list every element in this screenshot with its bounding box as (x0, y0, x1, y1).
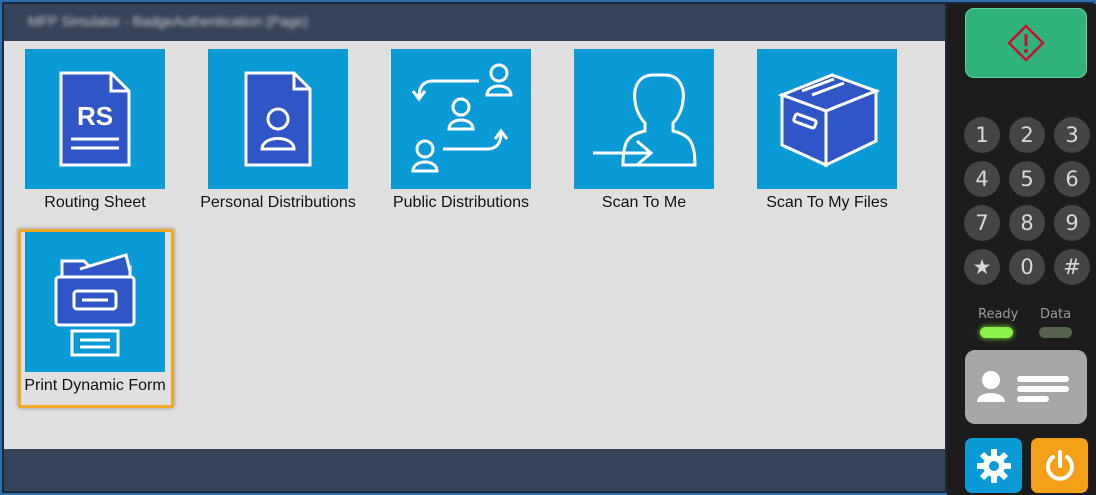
key-4[interactable]: 4 (964, 161, 1000, 197)
scan-to-me-icon (574, 49, 714, 189)
tile-label: Routing Sheet (44, 194, 146, 211)
bottom-bar (4, 449, 945, 491)
warning-diamond-icon (1007, 24, 1045, 62)
key-0[interactable]: 0 (1009, 249, 1045, 285)
personal-distribution-icon (208, 49, 348, 189)
key-2[interactable]: 2 (1009, 117, 1045, 153)
hardware-panel: 1 2 3 4 5 6 7 8 9 ★ 0 # Ready Data (947, 4, 1096, 495)
svg-text:RS: RS (77, 101, 113, 131)
key-6[interactable]: 6 (1054, 161, 1090, 197)
key-3[interactable]: 3 (1054, 117, 1090, 153)
data-indicator (1039, 327, 1072, 338)
data-label: Data (1040, 307, 1072, 322)
tile-label: Scan To Me (601, 194, 687, 211)
tile-label: Public Distributions (392, 194, 530, 211)
tile-label: Personal Distributions (200, 194, 356, 211)
touch-screen: MFP Simulator - BadgeAuthentication (Pag… (4, 4, 945, 491)
power-button[interactable] (1031, 438, 1088, 493)
key-8[interactable]: 8 (1009, 205, 1045, 241)
title-bar: MFP Simulator - BadgeAuthentication (Pag… (4, 4, 945, 41)
key-hash[interactable]: # (1054, 249, 1090, 285)
badge-button[interactable] (965, 350, 1087, 424)
gear-icon (976, 448, 1011, 483)
key-9[interactable]: 9 (1054, 205, 1090, 241)
ready-indicator (980, 327, 1013, 338)
key-1[interactable]: 1 (964, 117, 1000, 153)
public-distribution-icon (391, 49, 531, 189)
file-box-icon (757, 49, 897, 189)
ready-label: Ready (978, 307, 1019, 322)
key-5[interactable]: 5 (1009, 161, 1045, 197)
key-7[interactable]: 7 (964, 205, 1000, 241)
selection-highlight (18, 229, 174, 408)
start-button[interactable] (965, 8, 1087, 78)
badge-card-icon (977, 371, 1069, 402)
window-frame: MFP Simulator - BadgeAuthentication (Pag… (0, 0, 1096, 495)
window-title: MFP Simulator - BadgeAuthentication (Pag… (28, 13, 308, 29)
routing-sheet-icon: RS (25, 49, 165, 189)
power-icon (1045, 449, 1074, 481)
settings-button[interactable] (965, 438, 1022, 493)
tile-label: Scan To My Files (766, 194, 888, 211)
key-star[interactable]: ★ (964, 249, 1000, 285)
